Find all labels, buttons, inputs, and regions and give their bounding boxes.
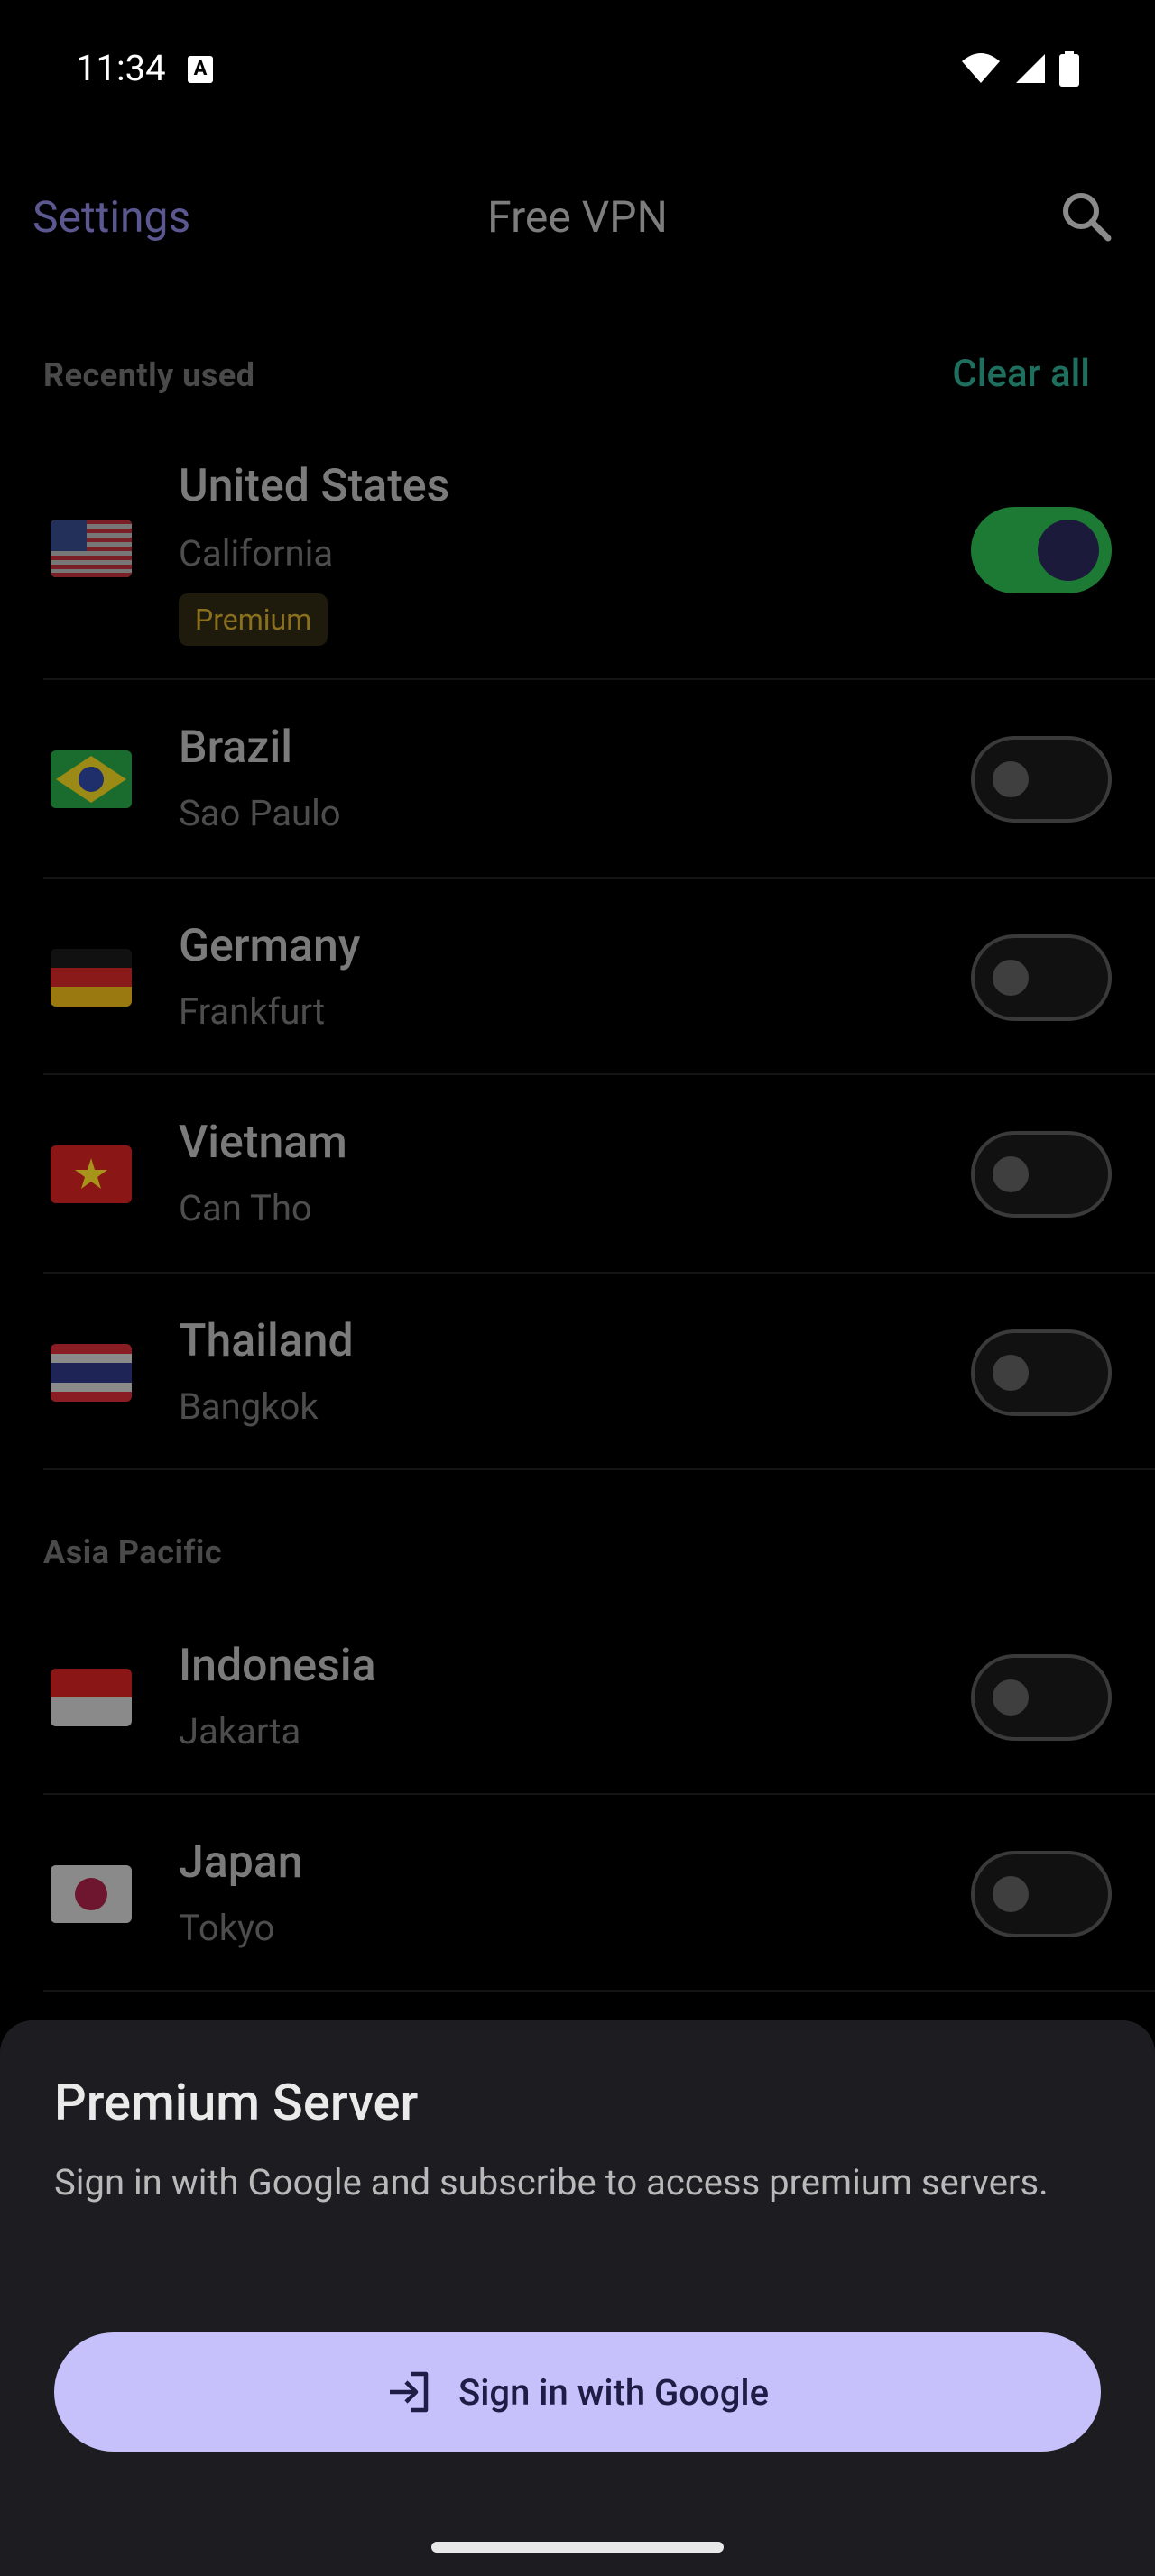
section-header-asia-pacific: Asia Pacific	[43, 1533, 223, 1571]
home-indicator[interactable]	[431, 2542, 724, 2553]
sign-in-with-google-button[interactable]: Sign in with Google	[54, 2332, 1101, 2452]
toggle-knob	[993, 1876, 1029, 1912]
toggle-knob	[993, 1355, 1029, 1391]
server-toggle[interactable]	[971, 1329, 1112, 1416]
server-country: Germany	[179, 920, 361, 972]
server-country: Vietnam	[179, 1117, 347, 1169]
server-toggle[interactable]	[971, 736, 1112, 823]
server-country: United States	[179, 460, 450, 512]
server-toggle[interactable]	[971, 934, 1112, 1021]
status-time: 11:34	[76, 47, 166, 89]
server-city: Frankfurt	[179, 990, 326, 1033]
japan-flag-icon	[51, 1865, 132, 1923]
toggle-knob	[1038, 520, 1099, 581]
server-city: Sao Paulo	[179, 792, 341, 834]
server-row-vietnam[interactable]: Vietnam Can Tho	[43, 1075, 1155, 1274]
server-country: Thailand	[179, 1315, 354, 1367]
sheet-title: Premium Server	[54, 2073, 419, 2132]
server-row-united-states[interactable]: United States California Premium	[43, 433, 1155, 680]
server-city: Can Tho	[179, 1187, 312, 1229]
server-country: Japan	[179, 1836, 303, 1889]
server-toggle[interactable]	[971, 507, 1112, 593]
toggle-knob	[993, 960, 1029, 996]
status-icons	[960, 51, 1079, 87]
toggle-knob	[993, 1679, 1029, 1716]
server-city: California	[179, 532, 334, 575]
server-city: Bangkok	[179, 1385, 319, 1428]
login-icon	[389, 2371, 429, 2413]
server-country: Indonesia	[179, 1640, 376, 1692]
thailand-flag-icon	[51, 1344, 132, 1402]
toggle-knob	[993, 761, 1029, 797]
search-button[interactable]	[1058, 188, 1115, 245]
germany-flag-icon	[51, 949, 132, 1007]
page-title: Free VPN	[487, 191, 668, 243]
premium-badge: Premium	[179, 593, 328, 646]
premium-server-sheet: Premium Server Sign in with Google and s…	[0, 2020, 1155, 2576]
server-row-germany[interactable]: Germany Frankfurt	[43, 879, 1155, 1075]
server-toggle[interactable]	[971, 1654, 1112, 1741]
brazil-flag-icon	[51, 750, 132, 808]
server-toggle[interactable]	[971, 1851, 1112, 1937]
status-bar: 11:34 A	[0, 0, 1155, 135]
server-city: Jakarta	[179, 1710, 301, 1753]
server-row-brazil[interactable]: Brazil Sao Paulo	[43, 680, 1155, 879]
section-header-recently-used: Recently used	[43, 356, 255, 394]
sign-in-button-label: Sign in with Google	[457, 2370, 769, 2414]
sheet-description: Sign in with Google and subscribe to acc…	[54, 2161, 1049, 2203]
server-row-japan[interactable]: Japan Tokyo	[43, 1795, 1155, 1992]
app-bar: Settings Free VPN	[0, 171, 1155, 262]
server-row-indonesia[interactable]: Indonesia Jakarta	[43, 1598, 1155, 1795]
vietnam-flag-icon	[51, 1145, 132, 1203]
indonesia-flag-icon	[51, 1669, 132, 1726]
server-country: Brazil	[179, 722, 292, 774]
notification-icon: A	[188, 56, 213, 83]
toggle-knob	[993, 1156, 1029, 1192]
server-row-thailand[interactable]: Thailand Bangkok	[43, 1274, 1155, 1470]
server-toggle[interactable]	[971, 1131, 1112, 1218]
cellular-signal-icon	[1016, 54, 1045, 83]
wifi-icon	[962, 53, 1000, 83]
server-city: Tokyo	[179, 1907, 275, 1949]
search-icon	[1063, 193, 1112, 242]
clear-all-button[interactable]: Clear all	[952, 352, 1090, 396]
us-flag-icon	[51, 520, 132, 577]
battery-icon	[1059, 51, 1079, 87]
